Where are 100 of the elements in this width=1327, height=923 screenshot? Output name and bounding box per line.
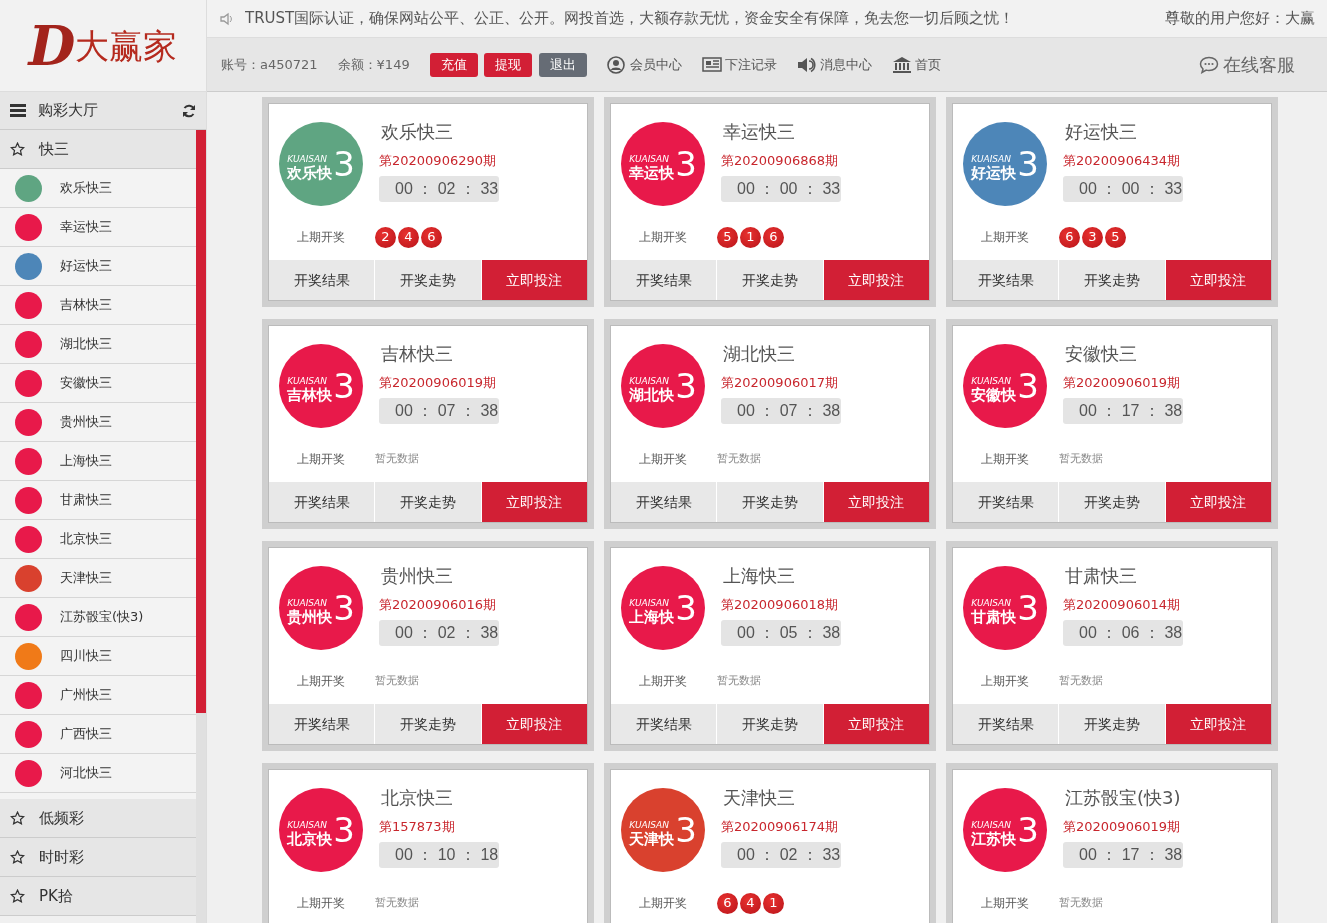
game-title: 天津快三 <box>722 786 796 810</box>
logo-brand-text: KUAISAN <box>287 821 327 830</box>
card-action-button[interactable]: 开奖结果 <box>269 260 376 300</box>
card-action-button[interactable]: 开奖结果 <box>269 482 376 522</box>
balance-text: 余额：¥149 <box>337 55 410 74</box>
logo-name-text: 天津快 <box>629 832 675 847</box>
period-number: 第20200906019期 <box>1063 374 1181 392</box>
last-draw-label: 上期开奖 <box>981 895 1030 912</box>
sidebar-group[interactable]: 低频彩 <box>0 799 196 838</box>
account-button[interactable]: 退出 <box>538 52 587 77</box>
card-action-button[interactable]: 开奖走势 <box>375 482 482 522</box>
card-action-button[interactable]: 立即投注 <box>481 704 587 744</box>
newspaper-icon <box>701 55 722 74</box>
logo-name-text: 幸运快 <box>629 166 675 181</box>
account-text: 账号：a450721 <box>221 55 318 74</box>
last-draw-label: 上期开奖 <box>639 451 688 468</box>
countdown-timer: 00 ： 06 ： 38 <box>1063 619 1183 646</box>
logo-name-text: 好运快 <box>971 166 1017 181</box>
card-action-button[interactable]: 开奖走势 <box>1059 482 1166 522</box>
card-action-button[interactable]: 立即投注 <box>481 482 587 522</box>
countdown-timer: 00 ： 07 ： 38 <box>379 397 499 424</box>
last-draw-label: 上期开奖 <box>297 229 346 246</box>
card-action-button[interactable]: 开奖走势 <box>717 704 824 744</box>
menu-icon <box>10 104 26 117</box>
period-number: 第20200906868期 <box>721 152 839 170</box>
card-action-button[interactable]: 开奖结果 <box>611 482 718 522</box>
no-data-text: 暂无数据 <box>375 672 419 689</box>
no-data-text: 暂无数据 <box>375 450 419 467</box>
card-action-button[interactable]: 立即投注 <box>1165 482 1271 522</box>
no-data-text: 暂无数据 <box>717 672 761 689</box>
card-action-button[interactable]: 开奖走势 <box>717 482 824 522</box>
greeting-text: 尊敬的用户您好：大赢 <box>1165 8 1315 30</box>
logo-digit-text: 3 <box>1017 369 1039 403</box>
card-action-button[interactable]: 开奖结果 <box>953 704 1060 744</box>
game-title: 吉林快三 <box>380 342 454 366</box>
countdown-timer: 00 ： 00 ： 33 <box>721 175 841 202</box>
countdown-timer: 00 ： 02 ： 33 <box>721 841 841 868</box>
nav-link[interactable]: 首页 <box>891 54 941 75</box>
logo-name-text: 贵州快 <box>287 610 333 625</box>
nav-link[interactable]: 会员中心 <box>606 54 682 75</box>
game-title: 甘肃快三 <box>1064 564 1138 588</box>
logo-digit-text: 3 <box>1017 147 1039 181</box>
result-ball: 3 <box>1082 226 1103 248</box>
card-action-button[interactable]: 开奖走势 <box>1059 704 1166 744</box>
game-title: 安徽快三 <box>1064 342 1138 366</box>
card-action-button[interactable]: 立即投注 <box>823 260 929 300</box>
card-action-button[interactable]: 开奖结果 <box>611 260 718 300</box>
result-ball: 6 <box>1059 226 1080 248</box>
card-action-button[interactable]: 开奖走势 <box>717 260 824 300</box>
logo-letter: D <box>28 18 76 73</box>
card-action-button[interactable]: 立即投注 <box>1165 704 1271 744</box>
chat-icon <box>1199 55 1219 74</box>
logo-brand-text: KUAISAN <box>971 377 1011 386</box>
sidebar-group[interactable]: 快三 <box>0 130 196 169</box>
card-action-button[interactable]: 立即投注 <box>823 482 929 522</box>
game-title: 北京快三 <box>380 786 454 810</box>
last-draw-label: 上期开奖 <box>639 229 688 246</box>
nav-link[interactable]: 下注记录 <box>701 54 777 75</box>
result-ball: 5 <box>1105 226 1126 248</box>
result-ball: 5 <box>717 226 738 248</box>
last-draw-label: 上期开奖 <box>639 895 688 912</box>
refresh-icon[interactable] <box>182 103 196 118</box>
last-draw-label: 上期开奖 <box>981 673 1030 690</box>
period-number: 第20200906016期 <box>379 596 497 614</box>
card-action-button[interactable]: 立即投注 <box>481 260 587 300</box>
nav-link[interactable]: 消息中心 <box>796 54 872 75</box>
star-icon <box>10 849 25 865</box>
period-number: 第20200906018期 <box>721 596 839 614</box>
result-ball: 4 <box>740 892 761 914</box>
logo-name: 大赢家 <box>75 28 178 63</box>
card-action-button[interactable]: 开奖走势 <box>375 704 482 744</box>
card-action-button[interactable]: 立即投注 <box>1165 260 1271 300</box>
logo-digit-text: 3 <box>1017 813 1039 847</box>
result-ball: 6 <box>763 226 784 248</box>
logo-brand-text: KUAISAN <box>629 155 669 164</box>
countdown-timer: 00 ： 17 ： 38 <box>1063 841 1183 868</box>
game-title: 欢乐快三 <box>380 120 454 144</box>
card-action-button[interactable]: 开奖结果 <box>953 482 1060 522</box>
announcement-text: TRUST国际认证，确保网站公平、公正、公开。网投首选，大额存款无忧，资金安全有保障，免去您一切后顾之忧！ <box>245 8 1016 30</box>
bank-icon <box>891 55 912 74</box>
sidebar-header[interactable]: 购彩大厅 <box>0 92 206 130</box>
game-title: 上海快三 <box>722 564 796 588</box>
card-action-button[interactable]: 开奖结果 <box>953 260 1060 300</box>
logo-brand-text: KUAISAN <box>629 599 669 608</box>
support-link[interactable]: 在线客服 <box>1199 51 1295 78</box>
game-title: 幸运快三 <box>722 120 796 144</box>
card-action-button[interactable]: 开奖走势 <box>1059 260 1166 300</box>
account-button[interactable]: 提现 <box>484 52 533 77</box>
card-action-button[interactable]: 开奖结果 <box>269 704 376 744</box>
sidebar-group[interactable]: PK拾 <box>0 877 196 916</box>
last-draw-label: 上期开奖 <box>981 451 1030 468</box>
logo-digit-text: 3 <box>333 369 355 403</box>
logo-brand-text: KUAISAN <box>971 821 1011 830</box>
card-action-button[interactable]: 立即投注 <box>823 704 929 744</box>
account-button[interactable]: 充值 <box>429 52 478 77</box>
sidebar-group[interactable]: 时时彩 <box>0 838 196 877</box>
card-action-button[interactable]: 开奖结果 <box>611 704 718 744</box>
logo-name-text: 安徽快 <box>971 388 1017 403</box>
card-action-button[interactable]: 开奖走势 <box>375 260 482 300</box>
scrollbar-thumb[interactable] <box>196 130 206 713</box>
